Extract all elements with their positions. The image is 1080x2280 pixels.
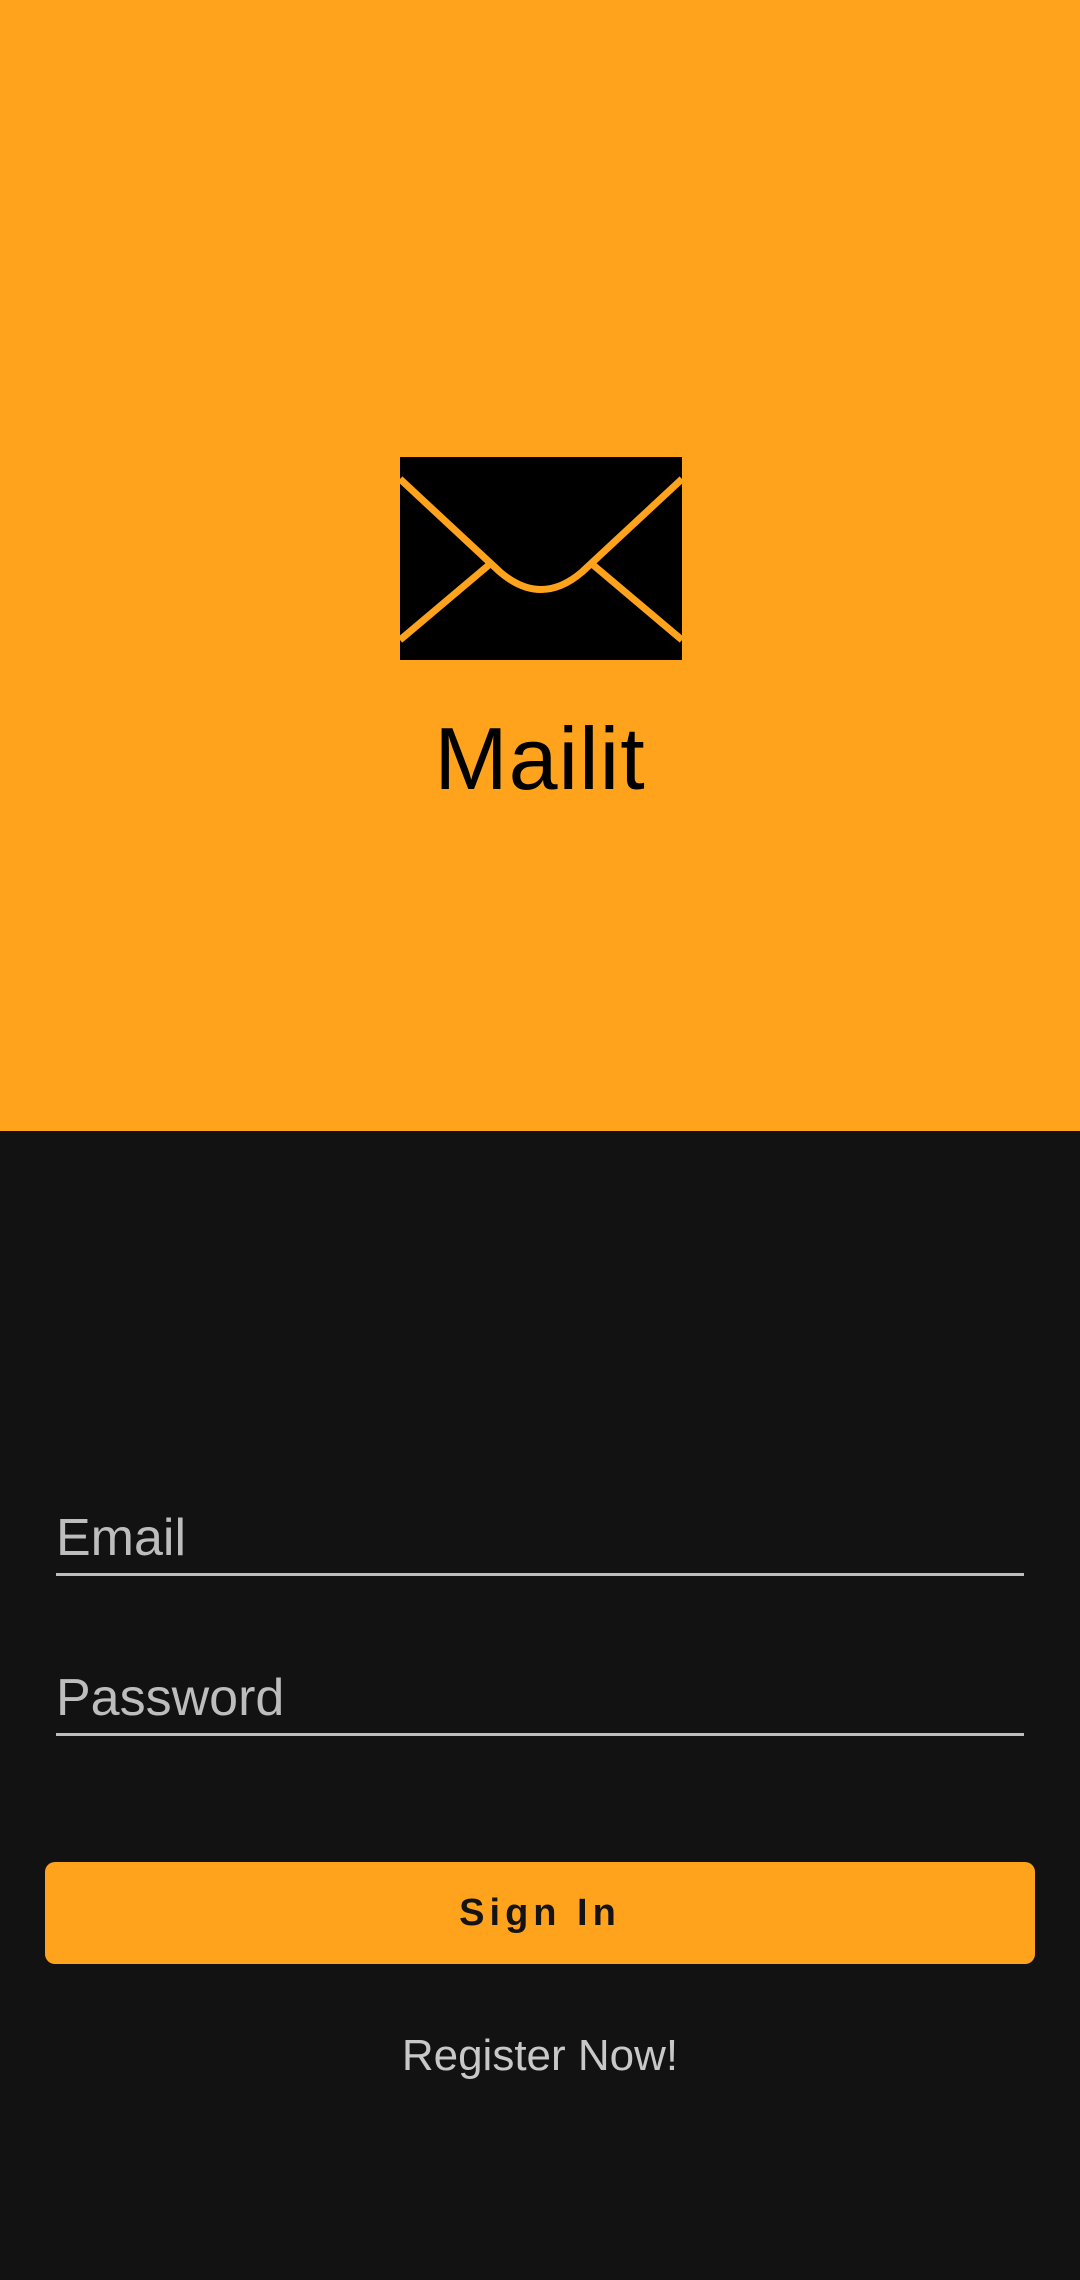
email-input[interactable] xyxy=(56,1503,1024,1573)
email-field-container xyxy=(56,1503,1024,1576)
password-input[interactable] xyxy=(56,1663,1024,1733)
envelope-icon xyxy=(400,457,682,660)
app-title: Mailit xyxy=(434,709,646,808)
login-form: Sign In Register Now! xyxy=(0,1131,1080,2280)
password-field-container xyxy=(56,1663,1024,1736)
register-link[interactable]: Register Now! xyxy=(0,2026,1080,2086)
sign-in-button[interactable]: Sign In xyxy=(45,1862,1035,1964)
header-banner: Mailit xyxy=(0,0,1080,1131)
login-screen: Mailit Sign In Register Now! xyxy=(0,0,1080,2280)
